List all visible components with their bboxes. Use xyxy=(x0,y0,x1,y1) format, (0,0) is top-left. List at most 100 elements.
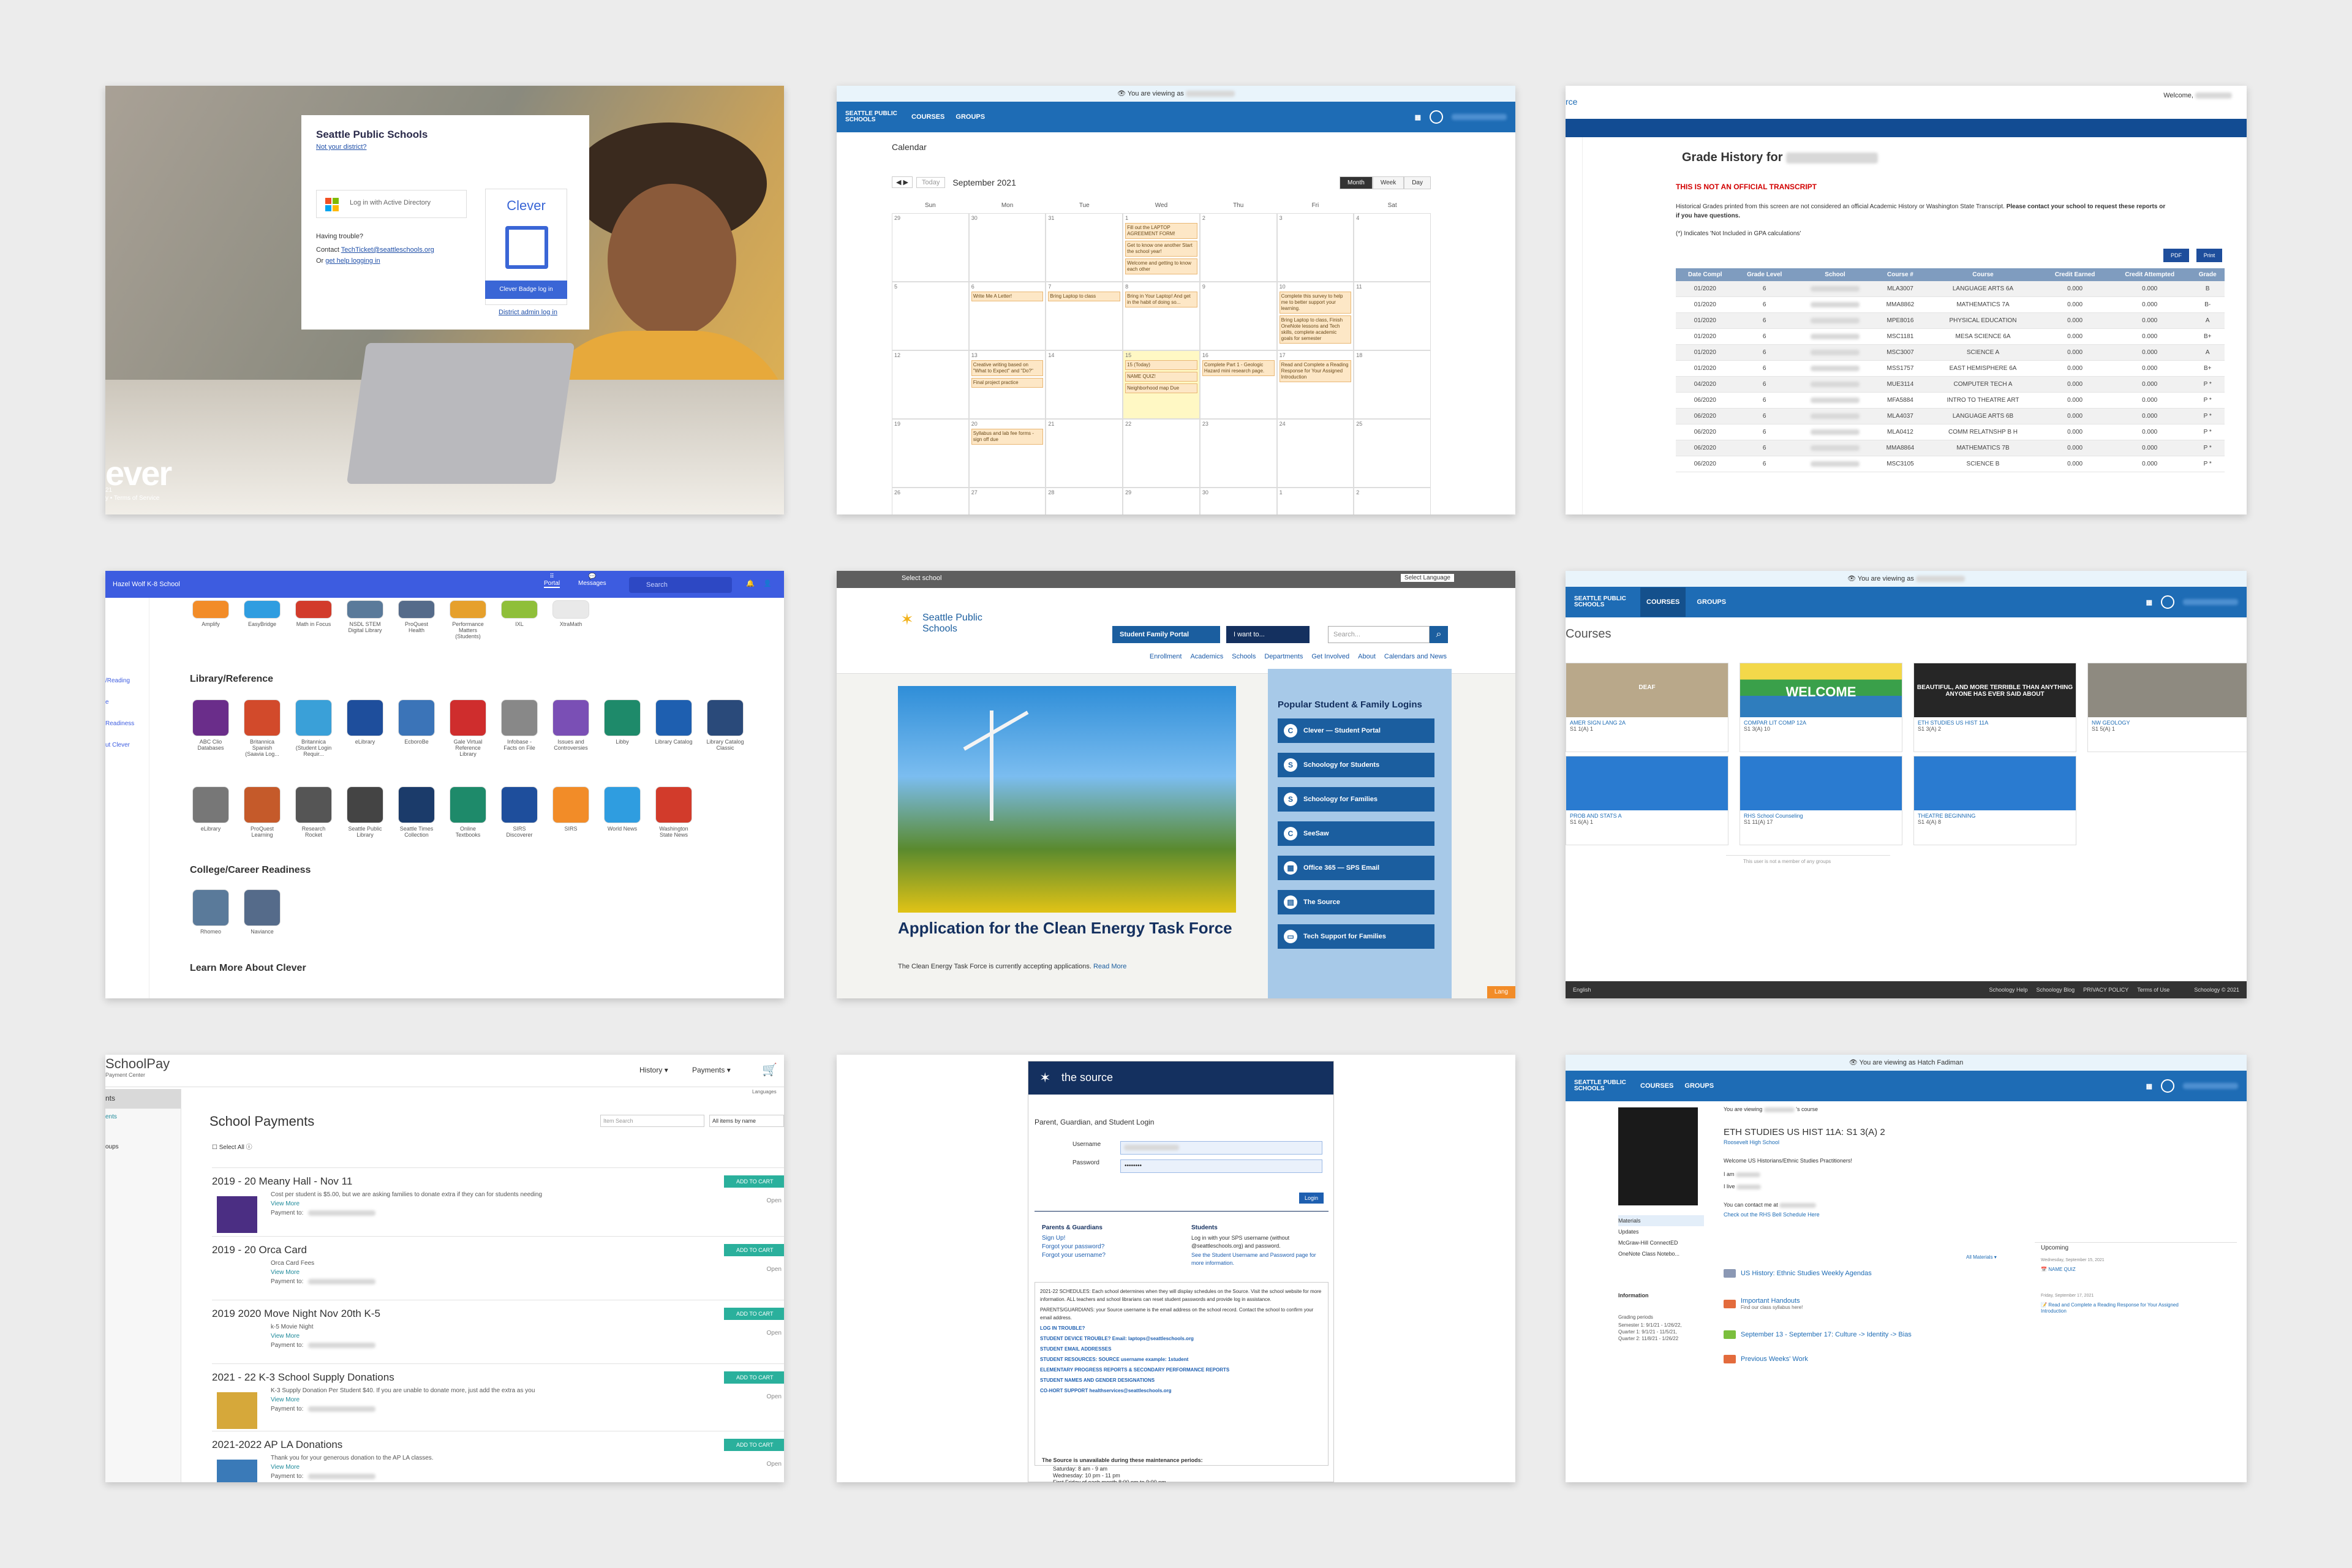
course-card[interactable]: WELCOME COMPAR LIT COMP 12A S1 3(A) 10 xyxy=(1740,663,1902,752)
announcement-item[interactable]: LOG IN TROUBLE? xyxy=(1040,1324,1323,1332)
app-tile[interactable]: NSDL STEM Digital Library xyxy=(345,600,385,639)
calendar-day-cell[interactable]: 11 xyxy=(1354,282,1431,350)
print-button[interactable]: Print xyxy=(2196,249,2222,262)
active-directory-login-button[interactable]: Log in with Active Directory xyxy=(316,190,467,218)
footer-terms[interactable]: y • Terms of Service xyxy=(105,495,159,502)
login-button[interactable]: Login xyxy=(1299,1193,1324,1204)
footer-link[interactable]: Terms of Use xyxy=(2137,987,2169,993)
app-tile[interactable]: Seattle Times Collection xyxy=(397,786,436,838)
get-help-link[interactable]: get help logging in xyxy=(325,257,380,265)
nav-groups[interactable]: GROUPS xyxy=(1697,598,1726,606)
search-input[interactable]: Search xyxy=(629,577,732,593)
material-folder[interactable]: September 13 - September 17: Culture -> … xyxy=(1724,1330,1912,1339)
add-to-cart-button[interactable]: ADD TO CART xyxy=(724,1308,784,1320)
cart-icon[interactable]: 🛒 xyxy=(762,1062,777,1077)
calendar-day-cell[interactable]: 29 xyxy=(1123,488,1200,514)
calendar-day-cell[interactable]: 31 xyxy=(1046,213,1123,282)
avatar[interactable] xyxy=(2161,595,2174,609)
calendar-event[interactable]: Neighborhood map Due xyxy=(1125,383,1197,393)
course-card[interactable]: BEAUTIFUL, AND MORE TERRIBLE THAN ANYTHI… xyxy=(1913,663,2076,752)
calendar-day-cell[interactable]: 25 xyxy=(1354,419,1431,488)
sidebar-link[interactable]: Readiness xyxy=(105,720,149,727)
app-tile[interactable]: ProQuest Learning xyxy=(243,786,282,838)
calendar-event[interactable]: Get to know one another Start the school… xyxy=(1125,241,1197,257)
select-language-dropdown[interactable]: Select Language xyxy=(1400,574,1454,582)
nav-courses[interactable]: COURSES xyxy=(911,113,944,121)
announcement-item[interactable]: STUDENT NAMES AND GENDER DESIGNATIONS xyxy=(1040,1376,1323,1384)
app-tile[interactable]: IXL xyxy=(500,600,539,639)
contact-email-link[interactable]: TechTicket@seattleschools.org xyxy=(341,246,434,254)
all-materials-dropdown[interactable]: All Materials ▾ xyxy=(1966,1254,1997,1260)
username-input[interactable] xyxy=(1120,1141,1322,1155)
view-more-link[interactable]: View More xyxy=(271,1333,784,1340)
course-menu-item[interactable]: McGraw-Hill ConnectED xyxy=(1618,1237,1704,1248)
calendar-day-cell[interactable]: 27 xyxy=(968,488,1046,514)
app-tile[interactable]: Infobase - Facts on File xyxy=(500,699,539,757)
nav-link[interactable]: Get Involved xyxy=(1311,653,1349,660)
nav-courses[interactable]: COURSES xyxy=(1640,1082,1673,1090)
nav-link[interactable]: About xyxy=(1358,653,1376,660)
view-week-button[interactable]: Week xyxy=(1372,176,1404,189)
calendar-event[interactable]: Complete this survey to help me to bette… xyxy=(1279,292,1352,314)
upcoming-item-2[interactable]: 📝 Read and Complete a Reading Response f… xyxy=(2041,1302,2182,1314)
district-admin-link[interactable]: District admin log in xyxy=(499,309,557,316)
app-tile[interactable]: Math in Focus xyxy=(294,600,333,639)
announcement-item[interactable]: ELEMENTARY PROGRESS REPORTS & SECONDARY … xyxy=(1040,1366,1323,1374)
app-tile[interactable]: Naviance xyxy=(243,889,282,935)
footer-link[interactable]: PRIVACY POLICY xyxy=(2083,987,2128,993)
calendar-day-cell[interactable]: 21 xyxy=(1046,419,1123,488)
course-menu-item[interactable]: OneNote Class Notebo... xyxy=(1618,1248,1704,1259)
app-tile[interactable]: EcboroBe xyxy=(397,699,436,757)
calendar-event[interactable]: Syllabus and lab fee forms - sign off du… xyxy=(971,429,1044,445)
app-tile[interactable]: XtraMath xyxy=(551,600,590,639)
calendar-event[interactable]: Bring in Your Laptop! And get in the hab… xyxy=(1125,292,1197,307)
calendar-icon[interactable]: ▦ xyxy=(2146,598,2152,606)
avatar[interactable] xyxy=(2161,1079,2174,1093)
app-tile[interactable]: ProQuest Health xyxy=(397,600,436,639)
course-card[interactable]: RHS School Counseling S1 11(A) 17 xyxy=(1740,756,1902,845)
nav-link[interactable]: Schools xyxy=(1232,653,1256,660)
sidebar-item-groups[interactable]: oups xyxy=(105,1139,181,1155)
column-header[interactable]: School xyxy=(1794,268,1876,281)
column-header[interactable]: Date Compl xyxy=(1676,268,1735,281)
login-link-button[interactable]: S Schoology for Students xyxy=(1278,753,1434,777)
announcement-item[interactable]: STUDENT EMAIL ADDRESSES xyxy=(1040,1345,1323,1353)
messages-tab[interactable]: 💬 Messages xyxy=(578,573,606,587)
calendar-day-cell[interactable]: 15 15 (Today) NAME QUIZ! Neighborhood map D… xyxy=(1123,350,1200,419)
calendar-day-cell[interactable]: 22 xyxy=(1123,419,1200,488)
i-want-to-dropdown[interactable]: I want to... xyxy=(1226,626,1310,643)
prev-month-button[interactable]: ◀ ▶ xyxy=(892,176,913,188)
sps-logo[interactable]: ✶ Seattle Public Schools xyxy=(898,611,1002,635)
column-header[interactable]: Grade xyxy=(2190,268,2225,281)
app-tile[interactable]: Libby xyxy=(603,699,642,757)
course-menu-item[interactable]: Materials xyxy=(1618,1215,1704,1226)
add-to-cart-button[interactable]: ADD TO CART xyxy=(724,1244,784,1256)
column-header[interactable]: Credit Attempted xyxy=(2108,268,2191,281)
app-tile[interactable]: Library Catalog Classic xyxy=(706,699,745,757)
sidebar-item-header[interactable]: nts xyxy=(105,1089,181,1109)
app-tile[interactable]: Performance Matters (Students) xyxy=(448,600,488,639)
announcement-item[interactable]: CO-HORT SUPPORT healthservices@seattlesc… xyxy=(1040,1387,1323,1395)
sidebar-link[interactable]: e xyxy=(105,699,149,706)
calendar-day-cell[interactable]: 3 xyxy=(1276,213,1354,282)
calendar-event[interactable]: NAME QUIZ! xyxy=(1125,372,1197,382)
calendar-icon[interactable]: ▦ xyxy=(1415,113,1421,121)
app-tile[interactable]: ABC Clio Databases xyxy=(191,699,230,757)
app-tile[interactable]: Library Catalog xyxy=(654,699,693,757)
school-link[interactable]: Roosevelt High School xyxy=(1724,1139,1779,1145)
sps-logo[interactable]: SEATTLE PUBLIC SCHOOLS xyxy=(845,111,900,123)
read-more-link[interactable]: Read More xyxy=(1093,963,1126,970)
material-folder[interactable]: Previous Weeks' Work xyxy=(1724,1355,1808,1363)
calendar-day-cell[interactable]: 1 Fill out the LAPTOP AGREEMENT FORM! Get … xyxy=(1123,213,1200,282)
login-link-button[interactable]: C Clever — Student Portal xyxy=(1278,718,1434,743)
calendar-day-cell[interactable]: 19 xyxy=(892,419,969,488)
user-icon[interactable]: 👤 xyxy=(763,579,772,587)
calendar-day-cell[interactable]: 13 Creative writing based on "What to Exp… xyxy=(968,350,1046,419)
nav-link[interactable]: Enrollment xyxy=(1150,653,1182,660)
app-tile[interactable]: Washington State News xyxy=(654,786,693,838)
login-link-button[interactable]: ▤ The Source xyxy=(1278,890,1434,914)
calendar-day-cell[interactable]: 26 xyxy=(892,488,969,514)
pdf-button[interactable]: PDF xyxy=(2163,249,2189,262)
upcoming-item-1[interactable]: 📅 NAME QUIZ xyxy=(2041,1267,2076,1272)
view-more-link[interactable]: View More xyxy=(271,1464,784,1471)
